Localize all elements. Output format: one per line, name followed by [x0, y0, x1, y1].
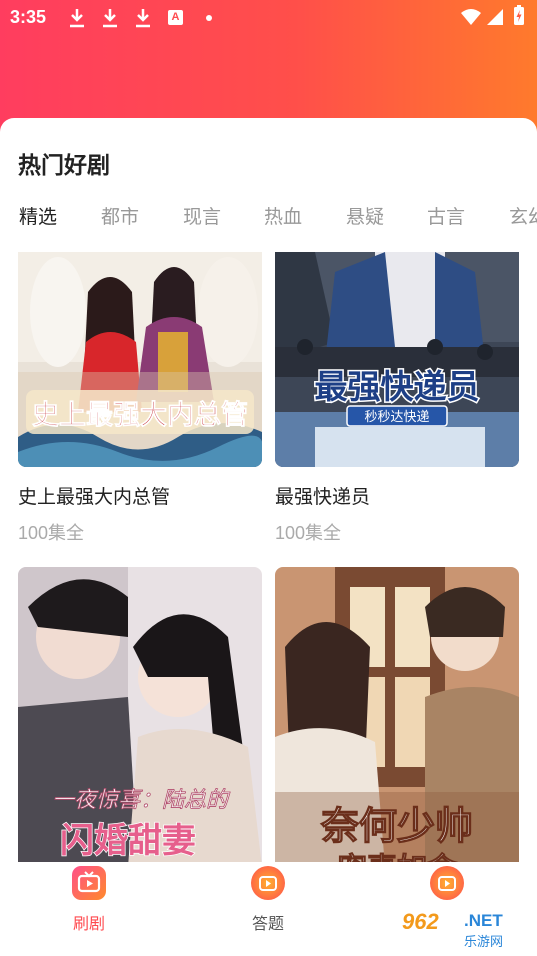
download-icon [136, 9, 150, 28]
more-notifications-dot-icon [206, 15, 212, 21]
battery-charging-icon [514, 5, 524, 25]
tab-fantasy[interactable]: 玄幻 [509, 202, 537, 229]
nav-label: 刷剧 [72, 916, 105, 933]
poster-title-text: 奈何少帅 [320, 803, 473, 848]
nav-label: 答题 [251, 916, 284, 933]
tab-modern-romance[interactable]: 现言 [183, 202, 221, 229]
drama-card[interactable]: 史上最强大内总管 史上最强大内总管 100集全 [18, 252, 262, 545]
a-notification-icon: A [168, 10, 183, 25]
drama-episodes: 100集全 [18, 523, 85, 543]
nav-item-profile[interactable] [402, 866, 492, 910]
watermark-number: 962 [402, 909, 439, 934]
drama-poster[interactable]: 一夜惊喜：陆总的 闪婚甜妻 [18, 567, 262, 867]
drama-title[interactable]: 史上最强大内总管 [18, 482, 262, 509]
tab-action[interactable]: 热血 [264, 202, 302, 229]
drama-poster[interactable]: 史上最强大内总管 [18, 252, 262, 467]
category-tabs: 精选 都市 现言 热血 悬疑 古言 玄幻 [0, 202, 537, 232]
drama-card[interactable]: 最强快递员 秒秒达快递 最强快递员 100集全 [275, 252, 519, 545]
drama-episodes: 100集全 [275, 523, 342, 543]
nav-item-drama[interactable]: 刷剧 [44, 866, 134, 934]
drama-card[interactable]: 奈何少帅 宠妻如命 [275, 567, 519, 867]
poster-title-text: 一夜惊喜：陆总的 [52, 788, 231, 813]
drama-title[interactable]: 最强快递员 [275, 482, 519, 509]
drama-card[interactable]: 一夜惊喜：陆总的 闪婚甜妻 [18, 567, 262, 867]
nav-item-quiz[interactable]: 答题 [223, 866, 313, 934]
status-bar: 3:35 A [0, 0, 537, 36]
poster-title-text: 史上最强大内总管 [32, 400, 248, 431]
tv-play-icon [72, 866, 106, 900]
download-icon [70, 9, 84, 28]
drama-poster[interactable]: 最强快递员 秒秒达快递 [275, 252, 519, 467]
watermark-logo: 962 .NET 乐游网 [398, 907, 530, 951]
tv-play-icon [430, 866, 464, 900]
tab-featured[interactable]: 精选 [19, 202, 57, 229]
tab-urban[interactable]: 都市 [101, 202, 139, 229]
download-icon [103, 9, 117, 28]
section-title: 热门好剧 [18, 152, 110, 178]
status-time: 3:35 [10, 7, 47, 27]
tab-suspense[interactable]: 悬疑 [346, 202, 384, 229]
content-sheet: 热门好剧 精选 都市 现言 热血 悬疑 古言 玄幻 [0, 118, 537, 956]
poster-title-text: 最强快递员 [315, 367, 480, 406]
watermark-net: .NET [464, 911, 503, 930]
signal-icon [487, 9, 503, 25]
drama-poster[interactable]: 奈何少帅 宠妻如命 [275, 567, 519, 867]
tab-ancient-romance[interactable]: 古言 [427, 202, 465, 229]
wifi-icon [461, 9, 481, 25]
tv-play-icon [251, 866, 285, 900]
poster-title-text-2: 闪婚甜妻 [60, 821, 196, 861]
poster-badge-text: 秒秒达快递 [364, 410, 429, 425]
watermark-sub: 乐游网 [464, 934, 504, 949]
